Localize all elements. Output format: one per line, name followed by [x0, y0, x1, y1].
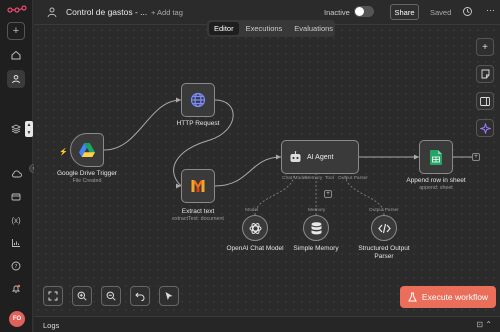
share-button[interactable]: Share — [390, 4, 419, 20]
flask-icon — [408, 292, 417, 302]
globe-icon — [190, 92, 206, 108]
add-node-button[interactable]: + — [472, 153, 480, 161]
add-icon[interactable]: + — [7, 22, 25, 40]
more-options-icon[interactable]: ⋯ — [486, 5, 495, 16]
fit-view-icon[interactable] — [43, 286, 63, 306]
structured-output-parser-node[interactable] — [371, 215, 397, 241]
n8n-logo[interactable] — [7, 5, 27, 15]
google-drive-trigger-node[interactable] — [70, 133, 104, 167]
add-tool-button[interactable]: + — [324, 190, 332, 198]
code-icon — [377, 223, 391, 233]
zoom-in-icon[interactable] — [72, 286, 92, 306]
tab-evaluations[interactable]: Evaluations — [289, 22, 338, 35]
execute-workflow-label: Execute workflow — [421, 292, 489, 302]
extract-text-label: Extract text — [181, 208, 215, 215]
port-chat-model: Chat Model — [282, 176, 307, 181]
view-tabs: Editor Executions Evaluations — [207, 20, 335, 37]
add-node-panel-icon[interactable]: + — [476, 38, 494, 56]
tab-executions[interactable]: Executions — [241, 22, 288, 35]
execute-workflow-button[interactable]: Execute workflow — [400, 286, 496, 308]
zoom-out-icon[interactable] — [101, 286, 121, 306]
logs-panel[interactable]: Logs ⊡ ⌃ — [34, 316, 500, 332]
google-drive-icon — [79, 143, 95, 157]
tab-editor[interactable]: Editor — [209, 22, 239, 35]
history-icon[interactable] — [462, 6, 474, 18]
google-sheets-sublabel: append: sheet — [419, 185, 453, 191]
memory-port-label: Memory — [308, 208, 326, 213]
cloud-icon[interactable] — [7, 165, 25, 183]
templates-icon[interactable] — [7, 188, 25, 206]
sticky-note-icon[interactable] — [476, 65, 494, 83]
extract-text-sublabel: extractText: document — [172, 216, 224, 222]
panel-toggle-icon[interactable] — [476, 92, 494, 110]
openai-icon — [249, 222, 261, 234]
user-icon[interactable] — [7, 70, 25, 88]
simple-memory-label: Simple Memory — [293, 245, 339, 252]
trigger-label: Google Drive Trigger — [57, 170, 117, 177]
user-avatar[interactable]: FO — [9, 311, 25, 327]
robot-icon — [290, 151, 301, 162]
structured-output-parser-label: Structured Output Parser — [358, 245, 410, 260]
saved-status: Saved — [430, 8, 452, 17]
http-request-label: HTTP Request — [176, 120, 220, 127]
port-output-parser: Output Parser — [338, 176, 368, 181]
trigger-sublabel: File Created — [72, 178, 102, 184]
trigger-bolt-icon: ⚡ — [59, 149, 68, 156]
database-icon — [311, 221, 321, 234]
svg-text:?: ? — [15, 264, 18, 270]
port-memory: Memory — [305, 176, 323, 181]
ai-assistant-icon[interactable] — [476, 119, 494, 137]
active-toggle[interactable] — [354, 6, 374, 17]
layers-icon[interactable] — [7, 120, 25, 138]
ai-agent-label: AI Agent — [307, 153, 334, 161]
port-tool: Tool — [325, 176, 334, 181]
active-status-label: Inactive — [324, 8, 350, 17]
notifications-icon[interactable] — [7, 280, 25, 298]
variables-icon[interactable]: (x) — [7, 211, 25, 229]
help-icon[interactable]: ? — [7, 257, 25, 275]
extract-icon — [191, 180, 205, 192]
left-sidebar: + ▲▼ (x) ? FO › — [0, 0, 38, 332]
openai-chat-model-node[interactable] — [242, 215, 268, 241]
home-icon[interactable] — [7, 46, 25, 64]
insights-icon[interactable] — [7, 234, 25, 252]
google-sheets-node[interactable] — [419, 140, 453, 174]
http-request-node[interactable] — [181, 83, 215, 117]
logs-label: Logs — [43, 321, 60, 330]
undo-icon[interactable] — [130, 286, 150, 306]
workflow-editor: + ▲▼ (x) ? FO › Control de gas — [0, 0, 500, 332]
extract-text-node[interactable] — [181, 169, 215, 203]
owner-icon[interactable] — [46, 6, 58, 18]
workflow-title[interactable]: Control de gastos - ... — [66, 7, 147, 17]
logs-panel-controls[interactable]: ⊡ ⌃ — [476, 320, 492, 329]
google-sheets-icon — [430, 149, 442, 165]
ai-agent-node[interactable]: AI Agent — [281, 140, 359, 174]
add-tag-link[interactable]: + Add tag — [151, 8, 183, 17]
google-sheets-label: Append row in sheet — [406, 177, 466, 184]
select-tool-icon[interactable] — [159, 286, 179, 306]
parser-port-label: Output Parser — [369, 208, 399, 213]
openai-port-label: Model — [245, 208, 259, 213]
openai-chat-model-label: OpenAI Chat Model — [226, 245, 284, 252]
simple-memory-node[interactable] — [303, 215, 329, 241]
sidebar-scrollbar[interactable]: ▲ ▼ — [25, 121, 33, 137]
